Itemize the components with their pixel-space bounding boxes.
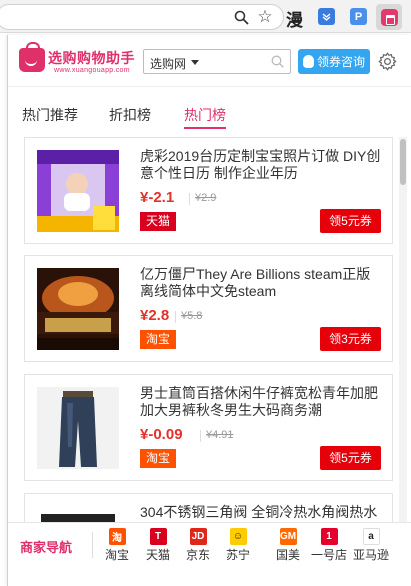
active-tab-indicator <box>184 127 226 129</box>
price-divider <box>200 430 201 442</box>
product-original-price: ¥2.9 <box>195 192 217 204</box>
extension-manga-icon[interactable]: 漫 <box>286 6 303 31</box>
product-price: ¥-0.09 <box>140 426 183 443</box>
product-card[interactable]: 虎彩2019台历定制宝宝照片订做 DIY创意个性日历 制作企业年历 ¥-2.1 … <box>24 137 393 244</box>
product-image[interactable] <box>37 150 119 232</box>
product-image[interactable] <box>37 268 119 350</box>
shop-link-jd[interactable]: JD 京东 <box>181 528 215 563</box>
shopping-assistant-extension-icon[interactable] <box>376 4 402 30</box>
shopping-bag-logo-icon <box>19 42 45 72</box>
shop-label: 天猫 <box>145 548 170 562</box>
footer-divider <box>92 532 93 558</box>
product-card[interactable]: 304不锈钢三角阀 全铜冷热水角阀热水 <box>24 493 393 522</box>
jd-icon: JD <box>189 528 207 545</box>
product-card[interactable]: 男士直筒百搭休闲牛仔裤宽松青年加肥加大男裤秋冬男生大码商务潮 ¥-0.09 ¥4… <box>24 374 393 481</box>
chevron-down-icon[interactable] <box>191 60 199 65</box>
product-image[interactable] <box>37 387 119 469</box>
search-icon[interactable] <box>271 55 284 68</box>
store-badge: 淘宝 <box>140 330 177 349</box>
product-price: ¥2.8 <box>140 307 170 324</box>
get-coupon-button[interactable]: 领5元券 <box>320 446 381 470</box>
coupon-consult-label: 领券咨询 <box>316 55 365 69</box>
zoom-icon[interactable] <box>232 8 250 26</box>
extension-download-icon[interactable] <box>318 8 335 25</box>
product-price: ¥-2.1 <box>140 189 175 206</box>
shop-label: 国美 <box>275 548 300 562</box>
merchant-nav: 商家导航 淘淘宝 T 天猫 JD 京东 ☺ 苏宁 GM 国美 1 一号店 a 亚马逊 <box>8 522 411 564</box>
shop-link-amazon[interactable]: a 亚马逊 <box>351 528 391 563</box>
shop-link-gome[interactable]: GM 国美 <box>268 528 308 563</box>
product-card[interactable]: 亿万僵尸They Are Billions steam正版 离线简体中文免ste… <box>24 255 393 362</box>
shop-label: 京东 <box>185 548 210 562</box>
price-divider <box>189 193 190 205</box>
tab-discount-ranking[interactable]: 折扣榜 <box>109 105 151 125</box>
product-image[interactable] <box>37 506 119 522</box>
logo-subtitle: www.xuangouapp.com <box>54 67 130 74</box>
extension-p-icon[interactable]: P <box>350 8 367 25</box>
store-badge: 淘宝 <box>140 449 177 468</box>
logo-title: 选购购物助手 <box>48 50 135 66</box>
shop-link-taobao[interactable]: 淘淘宝 <box>100 528 134 563</box>
product-list: 虎彩2019台历定制宝宝照片订做 DIY创意个性日历 制作企业年历 ¥-2.1 … <box>8 137 411 522</box>
yhd-icon: 1 <box>320 528 338 545</box>
gome-icon: GM <box>279 528 297 545</box>
shop-link-tmall[interactable]: T 天猫 <box>141 528 175 563</box>
product-title[interactable]: 304不锈钢三角阀 全铜冷热水角阀热水 <box>140 504 386 521</box>
get-coupon-button[interactable]: 领3元券 <box>320 327 381 351</box>
scrollbar-thumb[interactable] <box>400 139 406 185</box>
tmall-icon: T <box>149 528 167 545</box>
product-original-price: ¥5.8 <box>181 310 203 322</box>
bookmark-star-icon[interactable]: ☆ <box>256 7 274 26</box>
shopping-assistant-popup: 选购购物助手 www.xuangouapp.com 选购网 领券咨询 热门推荐 … <box>7 35 411 586</box>
shop-label: 苏宁 <box>225 548 250 562</box>
taobao-icon: 淘 <box>108 528 126 545</box>
search-box[interactable]: 选购网 <box>143 49 291 74</box>
store-badge: 天猫 <box>140 212 177 231</box>
browser-toolbar: ☆ 漫 P <box>0 0 411 33</box>
product-title[interactable]: 男士直筒百搭休闲牛仔裤宽松青年加肥加大男裤秋冬男生大码商务潮 <box>140 385 386 419</box>
tab-hot-ranking[interactable]: 热门榜 <box>184 105 226 125</box>
shop-link-yhd[interactable]: 1 一号店 <box>309 528 349 563</box>
shop-label: 淘宝 <box>104 548 129 562</box>
shop-label: 一号店 <box>310 548 347 562</box>
product-title[interactable]: 亿万僵尸They Are Billions steam正版 离线简体中文免ste… <box>140 266 386 300</box>
list-scrollbar[interactable] <box>399 137 407 522</box>
qq-icon <box>302 55 314 68</box>
coupon-consult-button[interactable]: 领券咨询 <box>298 49 370 74</box>
shop-label: 亚马逊 <box>352 548 389 562</box>
amazon-icon: a <box>362 528 380 545</box>
tab-hot-recommend[interactable]: 热门推荐 <box>22 105 78 125</box>
merchant-nav-title: 商家导航 <box>20 540 73 555</box>
shop-link-suning[interactable]: ☺ 苏宁 <box>221 528 255 563</box>
get-coupon-button[interactable]: 领5元券 <box>320 209 381 233</box>
price-divider <box>175 311 176 323</box>
suning-icon: ☺ <box>229 528 247 545</box>
product-original-price: ¥4.91 <box>206 429 234 441</box>
search-site-select[interactable]: 选购网 <box>150 55 186 72</box>
ranking-tabs: 热门推荐 折扣榜 热门榜 <box>8 87 411 137</box>
popup-header: 选购购物助手 www.xuangouapp.com 选购网 领券咨询 <box>8 35 411 87</box>
product-title[interactable]: 虎彩2019台历定制宝宝照片订做 DIY创意个性日历 制作企业年历 <box>140 148 386 182</box>
gear-icon[interactable] <box>377 51 398 72</box>
